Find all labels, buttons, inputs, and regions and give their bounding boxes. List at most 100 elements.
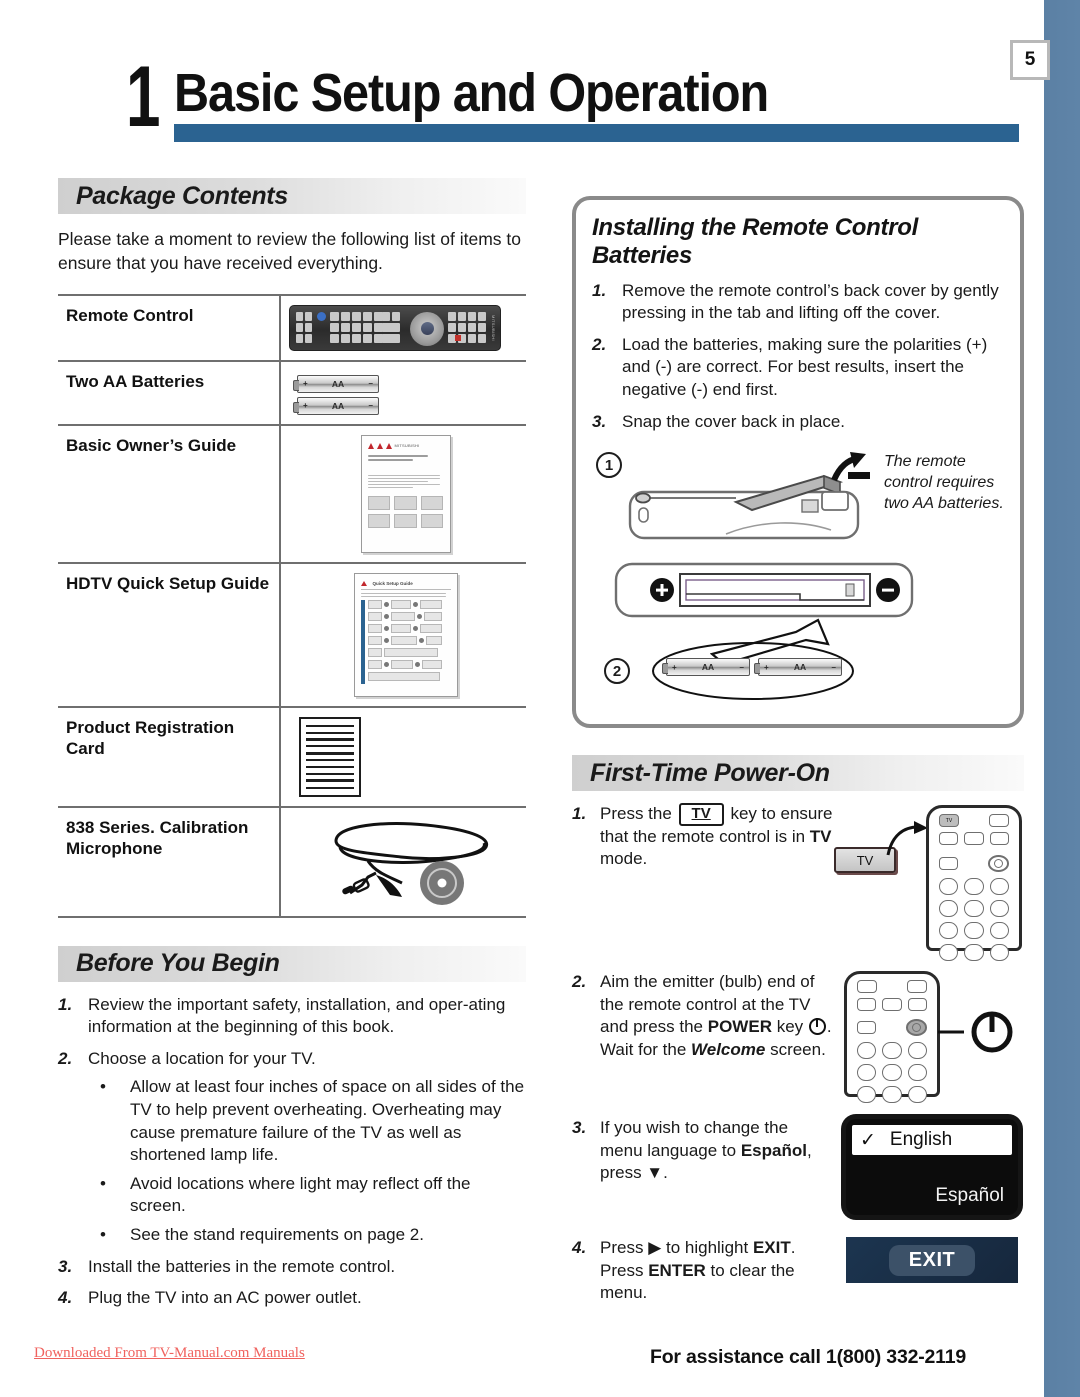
step-number: 1. (592, 280, 607, 300)
before-you-begin-title: Before You Begin (76, 949, 280, 978)
step-number: 2. (592, 334, 607, 354)
first-time-power-on-header: First-Time Power-On (572, 755, 1024, 791)
step-text: Install the batteries in the remote cont… (88, 1256, 396, 1276)
remote-red-key-icon (455, 334, 461, 341)
bullet-icon: • (100, 1173, 106, 1193)
registration-card-icon (299, 716, 361, 797)
language-option-espanol[interactable]: Español (935, 1185, 1004, 1207)
exit-panel: EXIT (846, 1237, 1018, 1283)
battery-label: AA (331, 378, 345, 389)
step-number: 3. (572, 1118, 587, 1137)
diagram-note: The remote control requires two AA batte… (884, 453, 1004, 512)
right-edge-bar-inner (1044, 0, 1080, 1397)
aa-battery-icon: + AA – (754, 658, 842, 677)
battery-label: AA (793, 662, 807, 673)
manual-page: 5 1 Basic Setup and Operation Package Co… (0, 0, 1080, 1397)
step-text: Plug the TV into an AC power outlet. (88, 1288, 362, 1308)
list-item: • See the stand requirements on page 2. (100, 1224, 526, 1247)
step-text: If you wish to change the menu language … (600, 1118, 812, 1183)
first-time-power-on-panel: First-Time Power-On 1. Press the TV key … (572, 755, 1024, 1311)
remote-brand-label: MITSUBISHI (491, 314, 496, 341)
bullet-icon: • (100, 1077, 106, 1097)
list-item: 3. Snap the cover back in place. (592, 411, 1004, 434)
package-contents-table: Remote Control MITSUBISHI Two AA Batteri… (58, 293, 526, 918)
battery-installation-diagram: 1 The remote control requires two AA bat… (592, 442, 1004, 714)
chapter-title: Basic Setup and Operation (174, 63, 769, 123)
qsg-sheet-title: Quick Setup Guide (372, 580, 413, 586)
package-contents-title: Package Contents (76, 181, 288, 210)
step-number: 2. (58, 1048, 73, 1068)
package-item-art: Quick Setup Guide (280, 561, 526, 707)
power-key-callout-icon (938, 1011, 1013, 1053)
list-item: 4. Plug the TV into an AC power outlet. (58, 1287, 526, 1310)
package-item-label: Basic Owner’s Guide (58, 423, 281, 563)
chapter-accent-rule (174, 124, 1019, 142)
list-item: • Allow at least four inches of space on… (100, 1076, 526, 1166)
list-item: 4. Press ▶ to highlight EXIT. Press ENTE… (572, 1237, 1024, 1305)
package-item-art (280, 705, 526, 807)
tv-key-glyph: TV (678, 803, 724, 826)
installing-batteries-title: Installing the Remote Control Batteries (592, 214, 918, 269)
battery-label: AA (331, 400, 345, 411)
package-contents-intro: Please take a moment to review the follo… (58, 229, 521, 273)
aa-battery-icon: + AA – (662, 658, 750, 677)
step-number: 3. (592, 411, 607, 431)
step-number: 4. (572, 1238, 587, 1257)
list-item: 2. Aim the emitter (bulb) end of the rem… (572, 971, 1024, 1103)
remote-back-cover-illustration (628, 452, 870, 540)
first-time-power-on-title: First-Time Power-On (590, 758, 830, 787)
right-arrow-glyph: ▶ (648, 1238, 662, 1257)
diagram-callout-1: 1 (596, 452, 622, 479)
language-option-english[interactable]: ✓ English (852, 1125, 1012, 1155)
exit-button[interactable]: EXIT (888, 1244, 976, 1276)
package-item-label: Two AA Batteries (58, 359, 281, 425)
list-item: 1. Remove the remote control’s back cove… (592, 280, 1004, 325)
step-text: Remove the remote control’s back cover b… (622, 280, 999, 323)
page-number-label: 5 (1024, 49, 1036, 70)
step-text: Review the important safety, installatio… (88, 994, 506, 1037)
footer-download-note[interactable]: Downloaded From TV-Manual.com Manuals (34, 1345, 305, 1362)
chapter-header: 1 Basic Setup and Operation (126, 46, 1019, 156)
check-icon: ✓ (860, 1129, 876, 1151)
power-icon (808, 1018, 826, 1036)
remote-power-illustration (844, 971, 940, 1103)
installing-batteries-panel: Installing the Remote Control Batteries … (572, 196, 1024, 729)
installing-batteries-steps: 1. Remove the remote control’s back cove… (592, 280, 1004, 434)
language-menu[interactable]: ✓ English Español (846, 1119, 1018, 1215)
remote-battery-compartment-illustration (614, 563, 914, 618)
table-row: Product Registration Card (58, 705, 526, 807)
remote-tv-key: TV (939, 814, 959, 827)
left-column: Package Contents Please take a moment to… (58, 178, 526, 1319)
before-you-begin-header: Before You Begin (58, 945, 526, 982)
step-text: Load the batteries, making sure the pola… (622, 334, 988, 400)
remote-power-key-icon (905, 1019, 927, 1036)
package-item-art (280, 805, 526, 918)
step-number: 3. (58, 1256, 73, 1276)
step-text: Snap the cover back in place. (622, 411, 846, 431)
step-text: Press ▶ to highlight EXIT. Press ENTER t… (600, 1238, 796, 1303)
table-row: 838 Series. Calibration Microphone (58, 805, 526, 918)
table-row: Basic Owner’s Guide MITSUBISHI (58, 423, 526, 563)
package-item-label: HDTV Quick Setup Guide (58, 561, 281, 707)
package-item-label: Product Registration Card (58, 705, 281, 807)
remote-blue-key-icon (317, 311, 326, 321)
step-number: 2. (572, 972, 587, 991)
bullet-icon: • (100, 1225, 106, 1245)
quick-setup-guide-icon: Quick Setup Guide (353, 572, 458, 697)
step-number: 1. (58, 994, 73, 1014)
step-number: 4. (58, 1288, 73, 1308)
step-text: Aim the emitter (bulb) end of the remote… (600, 972, 832, 1059)
callout-arrow-icon (886, 821, 928, 856)
package-item-art: + AA – + AA – (280, 359, 526, 425)
list-item: 1. Press the TV key to ensure that the r… (572, 803, 1024, 961)
list-item: 2. Load the batteries, making sure the p… (592, 334, 1004, 402)
table-row: HDTV Quick Setup Guide Quick Setup Guide (58, 561, 526, 707)
package-item-label: 838 Series. Calibration Microphone (58, 805, 281, 918)
package-item-art: MITSUBISHI (280, 423, 526, 563)
down-arrow-glyph: ▼ (646, 1163, 664, 1183)
list-item: 1. Review the important safety, installa… (58, 994, 526, 1039)
aa-battery-icon: + AA – (293, 396, 379, 415)
calibration-microphone-icon (333, 821, 488, 905)
table-row: Remote Control MITSUBISHI (58, 293, 526, 361)
bullet-text: Avoid locations where light may reflect … (130, 1173, 471, 1216)
